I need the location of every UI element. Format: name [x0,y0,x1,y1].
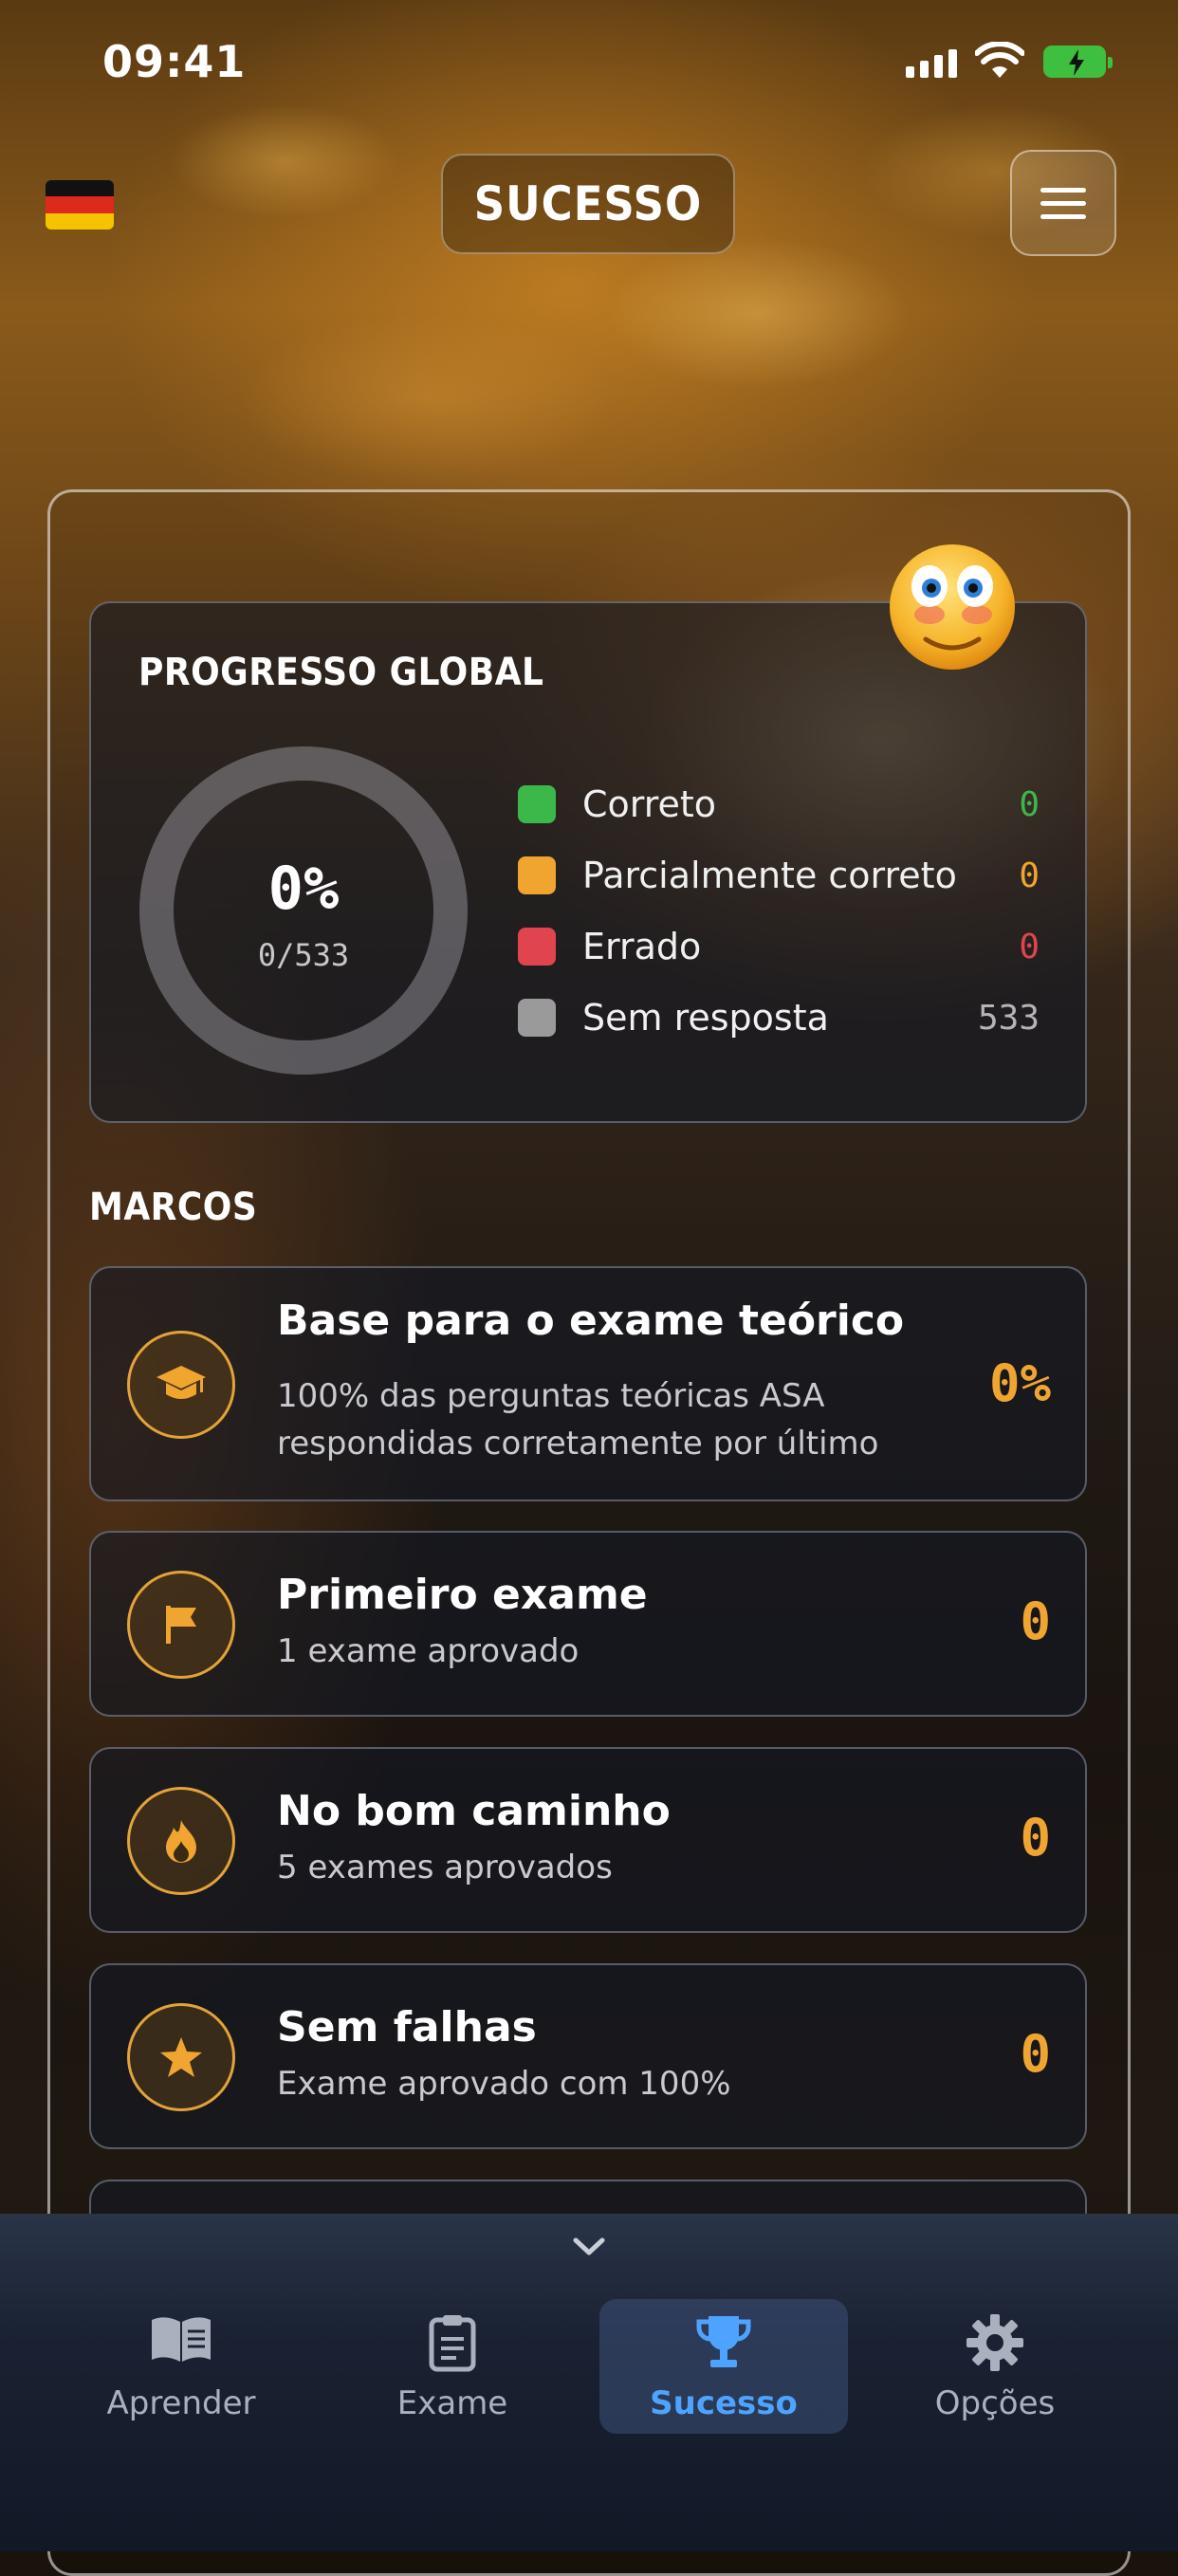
milestone-value: 0 [1020,1592,1051,1651]
menu-button[interactable] [1010,150,1116,256]
legend-swatch [518,785,556,823]
milestone-desc: 100% das perguntas teóricas ASA respondi… [277,1377,879,1463]
nav-label: Opções [934,2384,1056,2422]
legend-partial: Parcialmente correto 0 [518,847,1040,904]
progress-title: PROGRESSO GLOBAL [138,651,544,694]
chevron-down-icon[interactable] [570,2235,608,2257]
milestone-value: 0 [1020,1808,1051,1868]
milestone-card[interactable]: Sem falhas Exame aprovado com 100% 0 [89,1963,1087,2149]
page-title: SUCESSO [441,154,735,254]
progress-percent: 0% [267,854,340,923]
legend-unanswered: Sem resposta 533 [518,989,1040,1046]
milestone-value: 0 [1020,2024,1051,2084]
milestone-title: Sem falhas [277,2003,537,2052]
milestone-card[interactable]: Primeiro exame 1 exame aprovado 0 [89,1531,1087,1717]
smiley-emoji-icon [890,544,1015,670]
milestone-value: 0% [988,1353,1051,1413]
nav-opcoes[interactable]: Opções [871,2299,1119,2434]
status-bar: 09:41 [0,0,1178,123]
legend-count: 0 [1019,784,1040,824]
flag-icon [127,1571,235,1679]
flame-icon [127,1787,235,1895]
status-time: 09:41 [102,36,247,87]
trophy-icon [696,2316,751,2367]
nav-sucesso[interactable]: Sucesso [599,2299,848,2434]
legend-label: Errado [582,926,702,967]
gear-icon [966,2314,1023,2371]
legend-count: 0 [1019,856,1040,895]
legend-label: Correto [582,783,717,825]
milestone-desc: 5 exames aprovados [277,1849,613,1886]
hamburger-menu-icon [1040,187,1086,193]
milestones-title: MARCOS [89,1186,258,1229]
milestone-title: No bom caminho [277,1787,671,1835]
nav-exame[interactable]: Exame [328,2299,577,2434]
milestone-title: Base para o exame teórico [277,1297,905,1345]
wifi-icon [975,42,1024,78]
legend-swatch [518,928,556,966]
nav-label: Sucesso [650,2384,798,2422]
nav-aprender[interactable]: Aprender [57,2299,305,2434]
signal-icon [906,49,957,78]
legend-count: 533 [977,998,1040,1038]
german-flag-icon[interactable] [46,180,114,230]
milestone-card[interactable]: No bom caminho 5 exames aprovados 0 [89,1747,1087,1933]
legend-wrong: Errado 0 [518,918,1040,975]
battery-icon [1043,46,1113,78]
graduation-cap-icon [127,1331,235,1439]
legend-label: Sem resposta [582,997,829,1039]
nav-label: Exame [396,2384,508,2422]
legend-swatch [518,856,556,894]
milestone-card[interactable]: Base para o exame teórico 100% das pergu… [89,1266,1087,1501]
star-icon [127,2003,235,2111]
book-icon [152,2317,211,2362]
progress-fraction: 0/533 [257,937,350,973]
legend-correct: Correto 0 [518,776,1040,833]
clipboard-icon [429,2315,476,2372]
legend-count: 0 [1019,927,1040,966]
milestone-desc: Exame aprovado com 100% [277,2065,731,2103]
milestone-desc: 1 exame aprovado [277,1632,580,1670]
legend-label: Parcialmente correto [582,855,957,896]
milestone-title: Primeiro exame [277,1571,648,1619]
legend-swatch [518,999,556,1037]
nav-label: Aprender [106,2384,256,2422]
